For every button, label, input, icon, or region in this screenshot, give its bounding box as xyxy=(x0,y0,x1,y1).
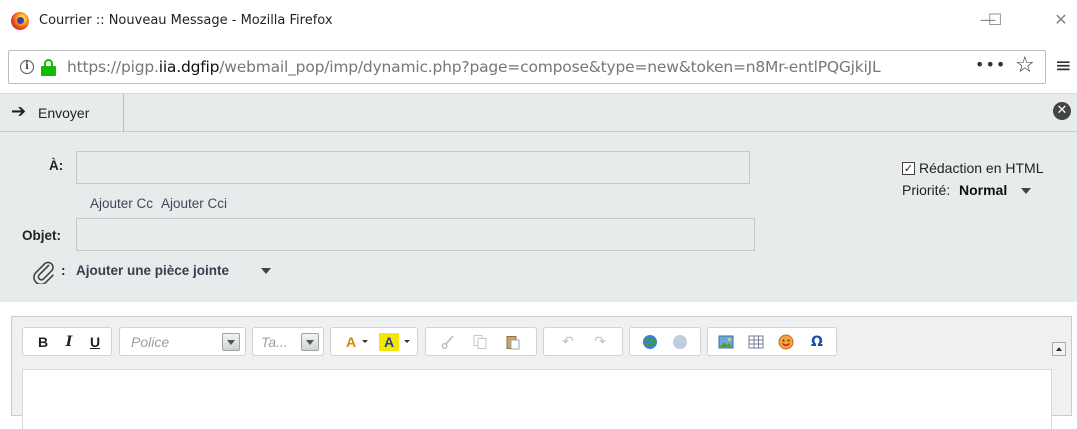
size-combo-label: Ta... xyxy=(261,334,288,350)
to-field[interactable] xyxy=(76,151,750,184)
page-actions-icon[interactable]: ••• xyxy=(975,55,1006,74)
url-text[interactable]: https://pigp.iia.dgfip/webmail_pop/imp/d… xyxy=(67,58,881,76)
size-dropdown-icon[interactable] xyxy=(301,333,319,351)
priority-label: Priorité: xyxy=(902,182,951,198)
rich-text-editor: B I U Police Ta... A A ↶ ↷ Ω xyxy=(11,316,1072,429)
clipboard-group xyxy=(425,327,537,356)
editor-body[interactable] xyxy=(22,369,1052,429)
background-color-button[interactable]: A xyxy=(379,333,399,351)
font-dropdown-icon[interactable] xyxy=(222,333,240,351)
link-group xyxy=(629,327,701,356)
color-group: A A xyxy=(330,327,418,356)
window-title: Courrier :: Nouveau Message - Mozilla Fi… xyxy=(39,13,333,28)
editor-toolbar: B I U Police Ta... A A ↶ ↷ Ω xyxy=(12,317,1071,369)
text-color-button[interactable]: A xyxy=(340,333,362,351)
compose-toolbar: ➔ Envoyer ✕ xyxy=(0,94,1077,132)
attach-dropdown-caret-icon[interactable] xyxy=(261,268,271,274)
maximize-button[interactable]: ☐ xyxy=(980,8,1010,32)
undo-button[interactable]: ↶ xyxy=(559,333,577,351)
add-cc-link[interactable]: Ajouter Cc xyxy=(90,196,153,211)
html-compose-label[interactable]: Rédaction en HTML xyxy=(919,160,1044,176)
priority-dropdown-caret-icon[interactable] xyxy=(1021,188,1031,194)
image-icon[interactable] xyxy=(718,334,734,350)
close-compose-icon[interactable]: ✕ xyxy=(1053,102,1071,120)
message-header-form: À: Ajouter Cc Ajouter Cci Objet: : Ajout… xyxy=(0,132,1077,302)
redo-button[interactable]: ↷ xyxy=(591,333,609,351)
link-icon[interactable] xyxy=(642,334,658,350)
history-group: ↶ ↷ xyxy=(543,327,623,356)
address-bar[interactable]: i https://pigp.iia.dgfip/webmail_pop/imp… xyxy=(8,50,1046,84)
collapse-toolbar-button[interactable] xyxy=(1052,342,1066,356)
font-combo[interactable]: Police xyxy=(119,327,246,356)
close-window-button[interactable]: ✕ xyxy=(1046,8,1076,32)
firefox-logo-icon xyxy=(11,12,29,30)
bold-button[interactable]: B xyxy=(34,333,52,351)
special-char-button[interactable]: Ω xyxy=(808,333,826,351)
editor-area: B I U Police Ta... A A ↶ ↷ Ω xyxy=(0,302,1077,429)
copy-icon[interactable] xyxy=(472,334,488,350)
add-bcc-link[interactable]: Ajouter Cci xyxy=(161,196,227,211)
font-combo-label: Police xyxy=(131,334,170,350)
unlink-icon[interactable] xyxy=(672,334,688,350)
send-button[interactable]: ➔ Envoyer xyxy=(0,94,124,132)
paste-icon[interactable] xyxy=(505,334,521,350)
text-color-caret-icon[interactable] xyxy=(362,340,368,343)
send-label: Envoyer xyxy=(38,105,90,121)
hamburger-menu-icon[interactable]: ≡ xyxy=(1055,53,1072,77)
insert-group: Ω xyxy=(707,327,837,356)
attach-colon: : xyxy=(61,263,66,278)
bookmark-star-icon[interactable]: ☆ xyxy=(1015,53,1035,78)
add-attachment-link[interactable]: Ajouter une pièce jointe xyxy=(76,263,229,278)
background-color-caret-icon[interactable] xyxy=(404,340,410,343)
cut-icon[interactable] xyxy=(440,334,456,350)
info-icon[interactable]: i xyxy=(20,60,34,74)
to-label: À: xyxy=(49,158,64,173)
subject-label: Objet: xyxy=(22,228,61,243)
browser-urlbar: i https://pigp.iia.dgfip/webmail_pop/imp… xyxy=(0,42,1077,94)
text-style-group: B I U xyxy=(22,327,112,356)
subject-field[interactable] xyxy=(76,218,755,251)
arrow-right-icon: ➔ xyxy=(11,101,27,122)
lock-icon[interactable] xyxy=(41,59,56,76)
html-compose-checkbox[interactable]: ✓ xyxy=(902,162,915,175)
italic-button[interactable]: I xyxy=(60,333,78,351)
underline-button[interactable]: U xyxy=(86,333,104,351)
size-combo[interactable]: Ta... xyxy=(252,327,324,356)
window-titlebar: Courrier :: Nouveau Message - Mozilla Fi… xyxy=(0,0,1077,42)
priority-value[interactable]: Normal xyxy=(959,182,1007,198)
paperclip-icon[interactable] xyxy=(32,260,56,284)
smiley-icon[interactable] xyxy=(778,334,794,350)
table-icon[interactable] xyxy=(748,334,764,350)
